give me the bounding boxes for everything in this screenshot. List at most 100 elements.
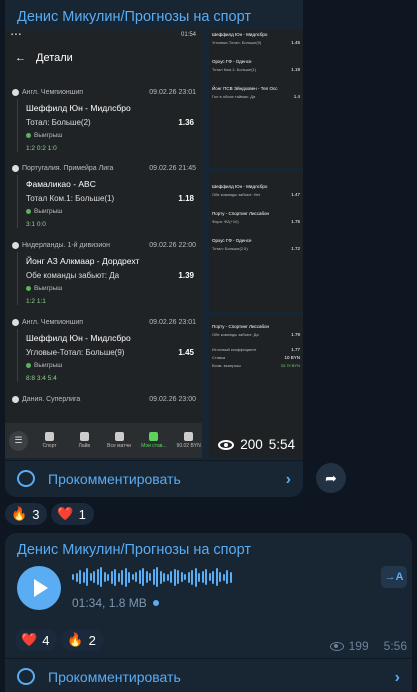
share-button[interactable]: ➦ [316,463,346,493]
league-name: Англ. Чемпионшип [22,89,84,96]
waveform-bar [173,568,176,586]
reaction-count: 2 [88,632,96,648]
channel-name[interactable]: Денис Микулин/Прогнозы на спорт [17,542,251,558]
mini-match: Шеффилд Юн - Мидлсбро [212,184,268,189]
status-icons: ▪ ▪ ▪ [11,32,21,38]
match-name: Фамаликао - ABC [26,179,96,189]
soccer-ball-icon [12,89,19,96]
waveform-bar [103,572,106,582]
league-name: Португалия. Примейра Лига [22,165,114,172]
reaction-count: 1 [78,506,86,522]
waveform-bar [96,569,99,585]
post-time: 5:56 [383,639,407,653]
mini-match: Портy - Спортинг Лиссабон [212,211,270,216]
score: 1:2 0:2 1:0 [26,145,57,152]
waveform-bar [152,569,155,585]
waveform-bar [89,573,92,581]
reaction-fire[interactable]: 🔥 2 [61,629,104,651]
play-button[interactable] [17,566,61,610]
nav-sport: Спорт [36,432,63,449]
win-dot-icon [26,133,31,138]
comment-bubble-icon [17,470,35,487]
message-bubble-album: Денис Микулин/Прогнозы на спорт ▪ ▪ ▪ 01… [5,0,303,497]
waveform-bar [138,570,141,584]
mini-match: Орхус ГФ - Оденсе [212,59,252,64]
waveform-bar [180,572,183,582]
ball-icon [114,432,124,441]
soccer-ball-icon [12,165,19,172]
waveform-bar [208,573,211,581]
bet-date: 09.02.26 22:00 [149,242,196,249]
eye-icon [329,641,344,651]
waveform-bar [149,573,151,581]
ticket-icon [149,432,159,441]
market: Тотал Ком.1: Больше(1) [26,194,115,203]
waveform-bar [159,570,162,584]
bet-date: 09.02.26 23:00 [149,396,196,403]
league-name: Нидерланды. 1-й дивизион [22,242,111,249]
result: Выигрыш [34,362,63,369]
waveform-bar [163,572,165,582]
waveform-bar [166,573,169,581]
waveform-bar [124,567,127,587]
comment-bubble-icon [17,668,35,685]
reaction-heart[interactable]: ❤️ 4 [15,629,58,651]
waveform-bar [135,572,137,582]
profile-icon [184,432,194,441]
transcribe-button[interactable]: →A [381,566,407,588]
match-name: Шеффилд Юн - Мидлсбро [26,333,131,343]
comment-button[interactable]: Прокомментировать › [5,460,303,497]
comment-label: Прокомментировать [48,669,181,685]
back-arrow-icon: ← [15,52,26,64]
soccer-ball-icon [12,242,19,249]
reactions: 🔥 3 ❤️ 1 [5,503,94,525]
photo-album[interactable]: ▪ ▪ ▪ 01:54 ← Детали Англ. Чемпионшип 09… [5,30,303,458]
waveform-bar [222,573,225,581]
post-time: 5:54 [268,437,295,452]
win-dot-icon [26,363,31,368]
album-photo-3[interactable]: Шеффилд Юн - Мидлсбро Обе команды забьют:… [209,172,303,312]
waveform-bar [145,571,148,583]
channel-name[interactable]: Денис Микулин/Прогнозы на спорт [17,9,251,25]
comment-button[interactable]: Прокомментировать › [5,658,412,692]
voice-waveform[interactable] [72,566,368,588]
waveform-bar [86,568,88,586]
waveform-bar [194,567,197,587]
waveform-bar [75,572,78,582]
waveform-bar [170,571,172,583]
odd: 1.36 [178,118,194,127]
market: Тотал: Больше(2) [26,118,91,127]
odd: 1.39 [178,271,194,280]
details-header: ← Детали [5,44,202,72]
reaction-heart[interactable]: ❤️ 1 [51,503,94,525]
waveform-bar [201,571,204,583]
match-name: Йонг АЗ Алкмаар - Дордрехт [26,256,140,266]
album-photo-2[interactable]: Шеффилд Юн - Мидлсбро Угловые-Тотал: Боль… [209,30,303,168]
reaction-count: 4 [42,632,50,648]
league-name: Англ. Чемпионшип [22,319,84,326]
score: 3:1 0:0 [26,221,46,228]
eye-icon [218,439,235,450]
nav-my-bets: Мои став... [140,432,167,449]
share-arrow-icon: ➦ [325,469,337,486]
reactions: ❤️ 4 🔥 2 [15,629,104,651]
result: Выигрыш [34,285,63,292]
odd: 1.18 [178,194,194,203]
betslip-screenshot[interactable]: ▪ ▪ ▪ 01:54 ← Детали Англ. Чемпионшип 09… [5,30,202,458]
waveform-bar [191,569,193,585]
reaction-count: 3 [32,506,40,522]
waveform-bar [114,568,116,586]
waveform-bar [117,572,120,582]
live-icon [79,432,89,441]
reaction-fire[interactable]: 🔥 3 [5,503,48,525]
heart-icon: ❤️ [57,506,74,521]
fire-icon: 🔥 [67,632,84,647]
waveform-bar [184,574,186,580]
app-bottom-nav: ☰ Спорт Лайв Все матчи Мои став... 90.02… [5,423,202,458]
details-title: Детали [36,52,73,64]
result: Выигрыш [34,208,63,215]
mini-match: Портy - Спортинг Лиссабон [212,324,270,329]
nav-live: Лайв [71,432,98,449]
waveform-bar [110,570,113,584]
waveform-bar [187,571,190,583]
